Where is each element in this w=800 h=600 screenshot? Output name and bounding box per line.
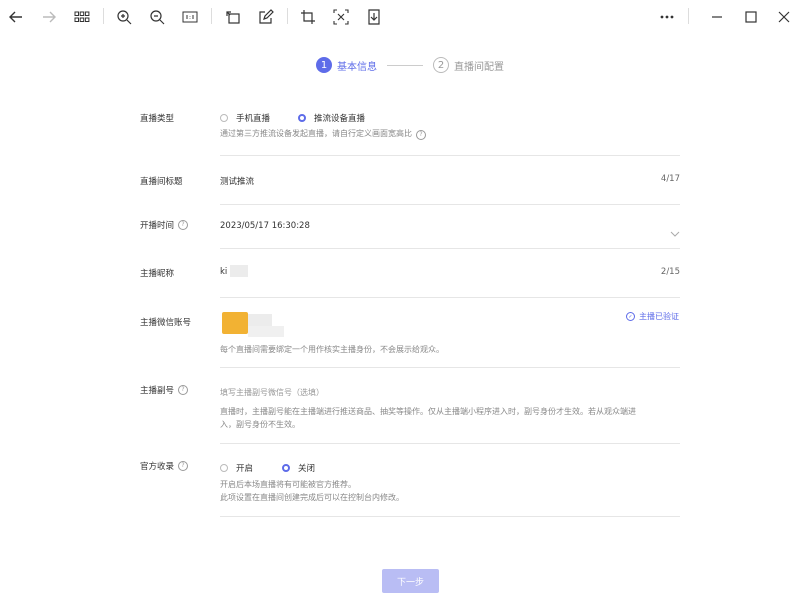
step-1-number: 1 [316, 57, 332, 73]
title-label: 直播间标题 [140, 177, 183, 187]
title-input[interactable]: 测试推流 [220, 175, 254, 187]
radio-dot [220, 114, 228, 122]
divider [220, 155, 680, 156]
actual-size-icon[interactable] [179, 6, 201, 28]
zoom-in-icon[interactable] [113, 6, 135, 28]
text-recognition-icon[interactable] [330, 6, 352, 28]
grid-view-icon[interactable] [71, 6, 93, 28]
divider [220, 516, 680, 517]
divider [220, 443, 680, 444]
blurred-text [248, 326, 284, 337]
help-icon[interactable]: ? [416, 130, 426, 140]
sub-account-label: 主播副号? [140, 384, 189, 396]
divider [220, 204, 680, 205]
radio-stream-device-live[interactable]: 推流设备直播 [298, 112, 365, 124]
step-1-label: 基本信息 [337, 61, 377, 73]
radio-dot [220, 464, 228, 472]
help-icon[interactable]: ? [178, 220, 189, 230]
live-type-label: 直播类型 [140, 114, 175, 124]
radio-mobile-live[interactable]: 手机直播 [220, 112, 270, 124]
radio-dot-checked [298, 114, 306, 122]
chevron-down-icon[interactable] [670, 223, 680, 237]
minimize-icon[interactable] [706, 6, 728, 28]
wechat-label: 主播微信账号 [140, 318, 192, 328]
official-hint: 开启后本场直播将有可能被官方推荐。 此项设置在直播间创建完成后可以在控制台内修改… [220, 480, 404, 502]
verified-badge: ✓ 主播已验证 [626, 311, 679, 322]
blurred-text [248, 314, 272, 326]
help-icon[interactable]: ? [178, 385, 189, 395]
wechat-hint: 每个直播间需要绑定一个用作核实主播身份，不会展示给观众。 [220, 345, 444, 354]
maximize-icon[interactable] [740, 6, 762, 28]
nickname-input[interactable]: ki [220, 267, 227, 277]
divider [220, 367, 680, 368]
divider [220, 297, 680, 298]
nickname-label: 主播昵称 [140, 269, 175, 279]
zoom-out-icon[interactable] [146, 6, 168, 28]
avatar [222, 312, 248, 334]
step-connector [387, 64, 423, 66]
back-icon[interactable] [5, 6, 27, 28]
title-counter: 4/17 [660, 174, 680, 184]
rotate-icon[interactable] [222, 6, 244, 28]
step-indicator: 1 基本信息 2 直播间配置 [316, 56, 504, 74]
sub-account-input[interactable]: 填写主播副号微信号（选填） [220, 386, 324, 399]
blurred-text [230, 265, 248, 277]
help-icon[interactable]: ? [178, 461, 189, 471]
start-time-picker[interactable]: 2023/05/17 16:30:28 [220, 221, 310, 231]
radio-official-on[interactable]: 开启 [220, 462, 253, 474]
screenshot-icon[interactable] [297, 6, 319, 28]
next-button[interactable]: 下一步 [382, 569, 439, 593]
step-2-number: 2 [433, 57, 449, 73]
divider [220, 248, 680, 249]
download-icon[interactable] [363, 6, 385, 28]
official-label: 官方收录? [140, 460, 189, 472]
start-time-label: 开播时间? [140, 219, 189, 231]
forward-icon[interactable] [38, 6, 60, 28]
sub-account-hint: 直播时，主播副号能在主播端进行推送商品、抽奖等操作。仅从主播端小程序进入时，副号… [220, 407, 636, 429]
edit-icon[interactable] [255, 6, 277, 28]
radio-dot-checked [282, 464, 290, 472]
close-icon[interactable] [773, 6, 795, 28]
nickname-counter: 2/15 [660, 267, 680, 277]
step-2-label: 直播间配置 [454, 61, 504, 73]
check-circle-icon: ✓ [626, 312, 635, 321]
live-type-hint: 通过第三方推流设备发起直播，请自行定义画面宽高比? [220, 127, 426, 140]
more-icon[interactable] [656, 6, 678, 28]
radio-official-off[interactable]: 关闭 [282, 462, 315, 474]
toolbar [0, 0, 800, 34]
